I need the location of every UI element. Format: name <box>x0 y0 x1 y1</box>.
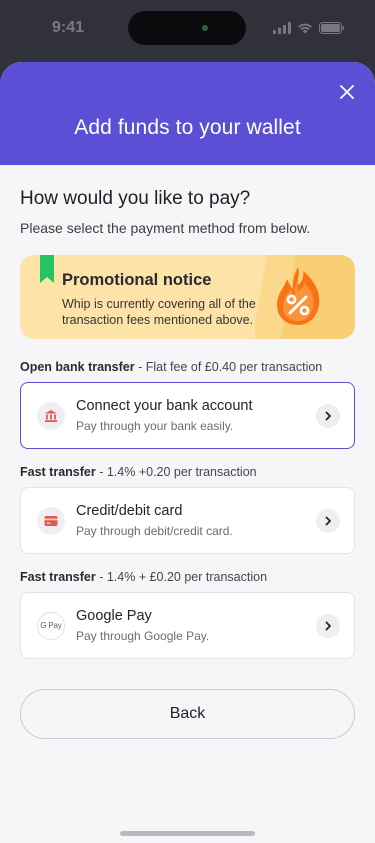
dynamic-island <box>128 11 246 45</box>
payment-question: How would you like to pay? <box>20 188 251 209</box>
section-title: Fast transfer <box>20 465 96 479</box>
method-texts: Connect your bank account Pay through yo… <box>76 398 316 433</box>
section-title: Open bank transfer <box>20 360 135 374</box>
method-subtitle: Pay through debit/credit card. <box>76 524 233 538</box>
wifi-icon <box>298 23 312 34</box>
bank-icon <box>37 401 65 430</box>
chevron-right-icon <box>325 411 331 420</box>
home-indicator <box>120 831 255 836</box>
method-title: Google Pay <box>76 608 152 624</box>
sheet-content: How would you like to pay? Please select… <box>0 188 375 739</box>
close-icon <box>340 85 354 99</box>
chevron-right-icon <box>325 516 331 525</box>
promotional-notice: Promotional notice Whip is currently cov… <box>20 255 355 339</box>
chevron-right-button[interactable] <box>316 508 340 533</box>
section-label-google-pay: Fast transfer - 1.4% + £0.20 per transac… <box>20 570 268 584</box>
status-icons <box>273 22 345 34</box>
section-label-card: Fast transfer - 1.4% +0.20 per transacti… <box>20 465 257 479</box>
section-fee: 1.4% + £0.20 per transaction <box>106 570 268 584</box>
percent-flame-icon <box>277 267 320 325</box>
sheet-header: Add funds to your wallet <box>0 62 375 165</box>
chevron-right-icon <box>325 621 331 630</box>
method-card-bank[interactable]: Connect your bank account Pay through yo… <box>20 382 355 449</box>
add-funds-sheet: Add funds to your wallet How would you l… <box>0 62 375 843</box>
method-texts: Google Pay Pay through Google Pay. <box>76 608 316 643</box>
promo-title: Promotional notice <box>62 271 212 289</box>
status-time: 9:41 <box>52 19 85 36</box>
method-texts: Credit/debit card Pay through debit/cred… <box>76 503 316 538</box>
method-title: Credit/debit card <box>76 503 183 519</box>
payment-subtitle: Please select the payment method from be… <box>20 220 311 236</box>
section-title: Fast transfer <box>20 570 96 584</box>
section-label-bank: Open bank transfer - Flat fee of £0.40 p… <box>20 360 323 374</box>
chevron-right-button[interactable] <box>316 403 340 428</box>
chevron-right-button[interactable] <box>316 613 340 638</box>
method-subtitle: Pay through Google Pay. <box>76 629 210 643</box>
signal-icon <box>273 22 291 34</box>
method-card-credit-debit[interactable]: Credit/debit card Pay through debit/cred… <box>20 487 355 554</box>
google-pay-logo-text: G Pay <box>40 621 62 630</box>
card-icon <box>37 506 65 535</box>
section-fee: 1.4% +0.20 per transaction <box>106 465 257 479</box>
method-title: Connect your bank account <box>76 398 253 414</box>
ribbon-icon <box>40 255 54 283</box>
battery-icon <box>319 22 344 34</box>
close-button[interactable] <box>337 82 357 102</box>
promo-text: Whip is currently covering all of the tr… <box>62 297 256 327</box>
method-subtitle: Pay through your bank easily. <box>76 419 234 433</box>
section-fee: Flat fee of £0.40 per transaction <box>145 360 323 374</box>
back-button[interactable]: Back <box>20 689 355 739</box>
sheet-title: Add funds to your wallet <box>74 115 301 139</box>
method-card-google-pay[interactable]: G Pay Google Pay Pay through Google Pay. <box>20 592 355 659</box>
google-pay-icon: G Pay <box>37 611 65 640</box>
